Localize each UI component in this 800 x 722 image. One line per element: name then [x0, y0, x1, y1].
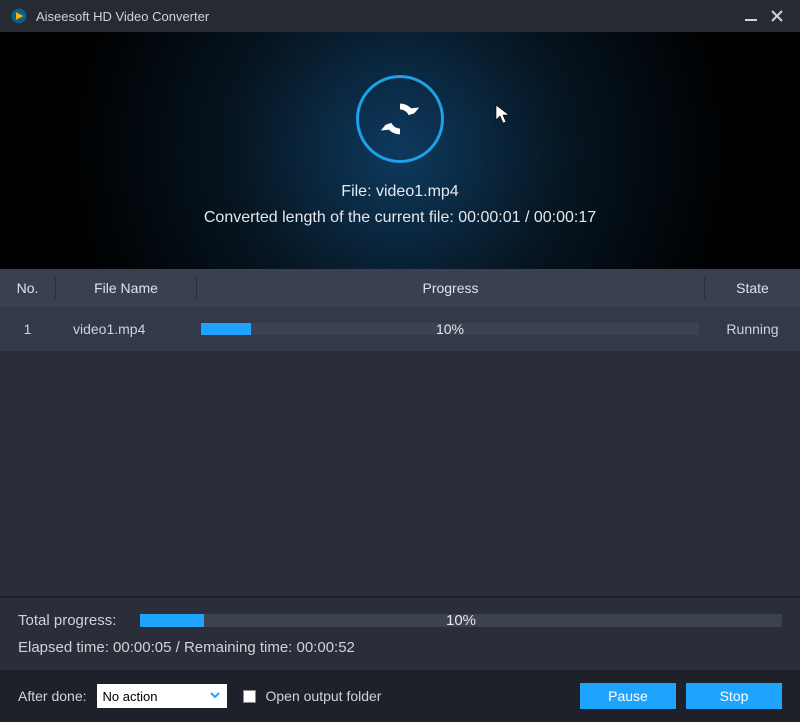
row-progress-percent: 10% [201, 321, 699, 337]
converted-prefix: Converted length of the current file: [204, 209, 458, 226]
times-row: Elapsed time: 00:00:05 / Remaining time:… [18, 639, 782, 656]
header-state: State [705, 280, 800, 296]
header-progress: Progress [197, 280, 704, 296]
after-done-select[interactable]: No action [97, 684, 227, 708]
file-prefix: File: [341, 183, 376, 200]
open-output-label[interactable]: Open output folder [266, 688, 382, 704]
app-title: Aiseesoft HD Video Converter [36, 9, 738, 24]
titlebar[interactable]: Aiseesoft HD Video Converter [0, 0, 800, 32]
table-body: 1 video1.mp4 10% Running [0, 307, 800, 596]
close-button[interactable] [764, 3, 790, 29]
minimize-button[interactable] [738, 3, 764, 29]
remaining-value: 00:00:52 [297, 639, 355, 656]
row-no: 1 [0, 321, 55, 337]
stop-button[interactable]: Stop [686, 683, 782, 709]
hero-panel: File: video1.mp4 Converted length of the… [0, 32, 800, 269]
pause-button[interactable]: Pause [580, 683, 676, 709]
total-progress-label: Total progress: [18, 612, 140, 629]
converted-position: 00:00:01 [458, 209, 520, 226]
convert-spinner-icon [356, 75, 444, 163]
summary-panel: Total progress: 10% Elapsed time: 00:00:… [0, 596, 800, 670]
current-file-name: video1.mp4 [376, 183, 459, 200]
table-row[interactable]: 1 video1.mp4 10% Running [0, 307, 800, 351]
row-progress-cell: 10% [195, 323, 705, 335]
times-sep: / [171, 639, 184, 656]
total-progress-row: Total progress: 10% [18, 612, 782, 629]
converted-sep: / [521, 209, 534, 226]
table-header: No. File Name Progress State [0, 269, 800, 307]
converted-length-line: Converted length of the current file: 00… [204, 209, 596, 227]
total-progress-fill [140, 614, 204, 627]
row-progress-fill [201, 323, 251, 335]
converted-total: 00:00:17 [534, 209, 596, 226]
row-progress-bar: 10% [201, 323, 699, 335]
header-file-name: File Name [56, 280, 196, 296]
after-done-value: No action [103, 689, 158, 704]
app-window: Aiseesoft HD Video Converter File: video… [0, 0, 800, 722]
footer-bar: After done: No action Open output folder… [0, 670, 800, 722]
open-output-checkbox[interactable] [243, 690, 256, 703]
total-progress-percent: 10% [140, 612, 782, 629]
elapsed-label: Elapsed time: [18, 639, 113, 656]
remaining-label: Remaining time: [184, 639, 297, 656]
total-progress-bar: 10% [140, 614, 782, 627]
mouse-cursor-icon [495, 104, 511, 129]
current-file-line: File: video1.mp4 [341, 183, 458, 201]
row-state: Running [705, 321, 800, 337]
row-file-name: video1.mp4 [55, 321, 195, 337]
app-logo-icon [10, 7, 28, 25]
after-done-label: After done: [18, 688, 87, 704]
chevron-down-icon [207, 687, 223, 703]
header-no: No. [0, 280, 55, 296]
elapsed-value: 00:00:05 [113, 639, 171, 656]
